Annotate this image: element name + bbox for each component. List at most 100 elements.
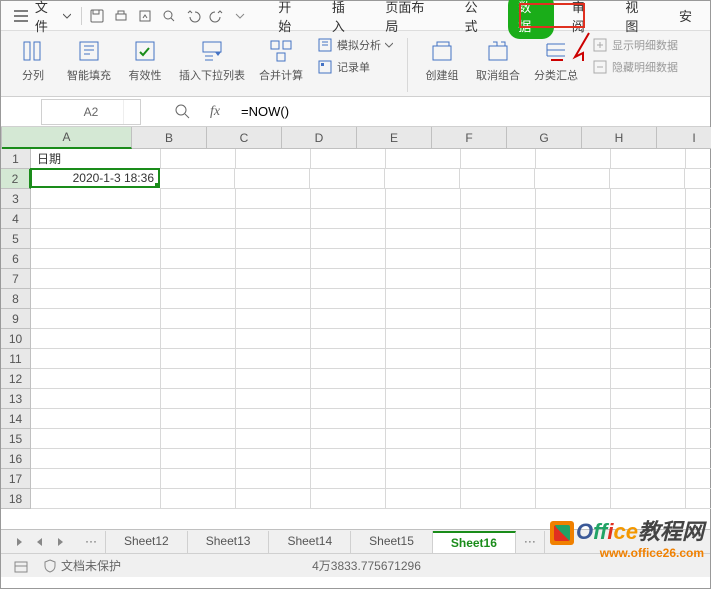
cell-B4[interactable] xyxy=(161,209,236,229)
cell-I5[interactable] xyxy=(686,229,711,249)
sheet-tab-15[interactable]: Sheet15 xyxy=(351,531,433,553)
cell-D14[interactable] xyxy=(311,409,386,429)
cell-H2[interactable] xyxy=(610,169,685,189)
row-header-18[interactable]: 18 xyxy=(1,489,31,509)
cell-H11[interactable] xyxy=(611,349,686,369)
menu-icon[interactable] xyxy=(9,4,33,28)
cell-I1[interactable] xyxy=(686,149,711,169)
cell-D1[interactable] xyxy=(311,149,386,169)
cell-D15[interactable] xyxy=(311,429,386,449)
cell-E17[interactable] xyxy=(386,469,461,489)
row-header-8[interactable]: 8 xyxy=(1,289,31,309)
col-header-B[interactable]: B xyxy=(132,127,207,149)
formula-input[interactable] xyxy=(235,101,710,123)
row-header-13[interactable]: 13 xyxy=(1,389,31,409)
cell-A2[interactable]: 2020-1-3 18:36 xyxy=(30,168,160,188)
cell-E12[interactable] xyxy=(386,369,461,389)
cell-E11[interactable] xyxy=(386,349,461,369)
cell-B16[interactable] xyxy=(161,449,236,469)
row-header-5[interactable]: 5 xyxy=(1,229,31,249)
cell-D4[interactable] xyxy=(311,209,386,229)
cell-I9[interactable] xyxy=(686,309,711,329)
cell-C16[interactable] xyxy=(236,449,311,469)
cell-C7[interactable] xyxy=(236,269,311,289)
cell-H16[interactable] xyxy=(611,449,686,469)
row-header-16[interactable]: 16 xyxy=(1,449,31,469)
sheet-tab-14[interactable]: Sheet14 xyxy=(269,531,351,553)
row-header-15[interactable]: 15 xyxy=(1,429,31,449)
cell-H13[interactable] xyxy=(611,389,686,409)
cell-I10[interactable] xyxy=(686,329,711,349)
cell-G6[interactable] xyxy=(536,249,611,269)
cell-B9[interactable] xyxy=(161,309,236,329)
cell-F3[interactable] xyxy=(461,189,536,209)
cell-G14[interactable] xyxy=(536,409,611,429)
row-header-12[interactable]: 12 xyxy=(1,369,31,389)
cell-B1[interactable] xyxy=(161,149,236,169)
cell-E13[interactable] xyxy=(386,389,461,409)
sheet-tab-13[interactable]: Sheet13 xyxy=(188,531,270,553)
cell-A18[interactable] xyxy=(31,489,161,509)
cell-A7[interactable] xyxy=(31,269,161,289)
cell-H1[interactable] xyxy=(611,149,686,169)
cell-D5[interactable] xyxy=(311,229,386,249)
cell-G4[interactable] xyxy=(536,209,611,229)
cell-G17[interactable] xyxy=(536,469,611,489)
row-header-4[interactable]: 4 xyxy=(1,209,31,229)
cell-G9[interactable] xyxy=(536,309,611,329)
sheet-first-icon[interactable] xyxy=(11,533,29,551)
ribbon-create-group[interactable]: 创建组 xyxy=(422,35,462,83)
cell-E7[interactable] xyxy=(386,269,461,289)
cell-A16[interactable] xyxy=(31,449,161,469)
fx-icon[interactable]: fx xyxy=(203,100,227,124)
cell-G8[interactable] xyxy=(536,289,611,309)
cell-B5[interactable] xyxy=(161,229,236,249)
cell-D7[interactable] xyxy=(311,269,386,289)
cell-C10[interactable] xyxy=(236,329,311,349)
cell-D3[interactable] xyxy=(311,189,386,209)
cell-G7[interactable] xyxy=(536,269,611,289)
cell-E1[interactable] xyxy=(386,149,461,169)
cells-area[interactable]: 日期2020-1-3 18:36 xyxy=(31,149,711,529)
cell-H12[interactable] xyxy=(611,369,686,389)
ribbon-hide-detail[interactable]: 隐藏明细数据 xyxy=(592,57,678,77)
quick-dropdown[interactable] xyxy=(228,4,252,28)
cell-E9[interactable] xyxy=(386,309,461,329)
cell-I8[interactable] xyxy=(686,289,711,309)
cell-A4[interactable] xyxy=(31,209,161,229)
sheet-tab-12[interactable]: Sheet12 xyxy=(106,531,188,553)
cell-F1[interactable] xyxy=(461,149,536,169)
cell-H14[interactable] xyxy=(611,409,686,429)
cell-B12[interactable] xyxy=(161,369,236,389)
cell-I12[interactable] xyxy=(686,369,711,389)
cell-H8[interactable] xyxy=(611,289,686,309)
cell-I13[interactable] xyxy=(686,389,711,409)
sheet-dots-right[interactable]: ··· xyxy=(516,531,545,553)
cell-B11[interactable] xyxy=(161,349,236,369)
cell-B6[interactable] xyxy=(161,249,236,269)
file-menu[interactable]: 文件 xyxy=(33,0,77,35)
cell-I17[interactable] xyxy=(686,469,711,489)
col-header-E[interactable]: E xyxy=(357,127,432,149)
cell-E18[interactable] xyxy=(386,489,461,509)
sheet-tab-16[interactable]: Sheet16 xyxy=(433,531,516,553)
row-header-3[interactable]: 3 xyxy=(1,189,31,209)
cell-F7[interactable] xyxy=(461,269,536,289)
cell-F5[interactable] xyxy=(461,229,536,249)
cell-A9[interactable] xyxy=(31,309,161,329)
status-mode-icon[interactable] xyxy=(13,558,29,574)
col-header-H[interactable]: H xyxy=(582,127,657,149)
cell-H3[interactable] xyxy=(611,189,686,209)
cell-H18[interactable] xyxy=(611,489,686,509)
cell-C15[interactable] xyxy=(236,429,311,449)
cell-A1[interactable]: 日期 xyxy=(31,149,161,169)
cell-F12[interactable] xyxy=(461,369,536,389)
row-header-9[interactable]: 9 xyxy=(1,309,31,329)
zoom-icon[interactable] xyxy=(157,4,181,28)
cell-H10[interactable] xyxy=(611,329,686,349)
col-header-C[interactable]: C xyxy=(207,127,282,149)
cell-F8[interactable] xyxy=(461,289,536,309)
cell-G5[interactable] xyxy=(536,229,611,249)
cell-F10[interactable] xyxy=(461,329,536,349)
cell-G16[interactable] xyxy=(536,449,611,469)
